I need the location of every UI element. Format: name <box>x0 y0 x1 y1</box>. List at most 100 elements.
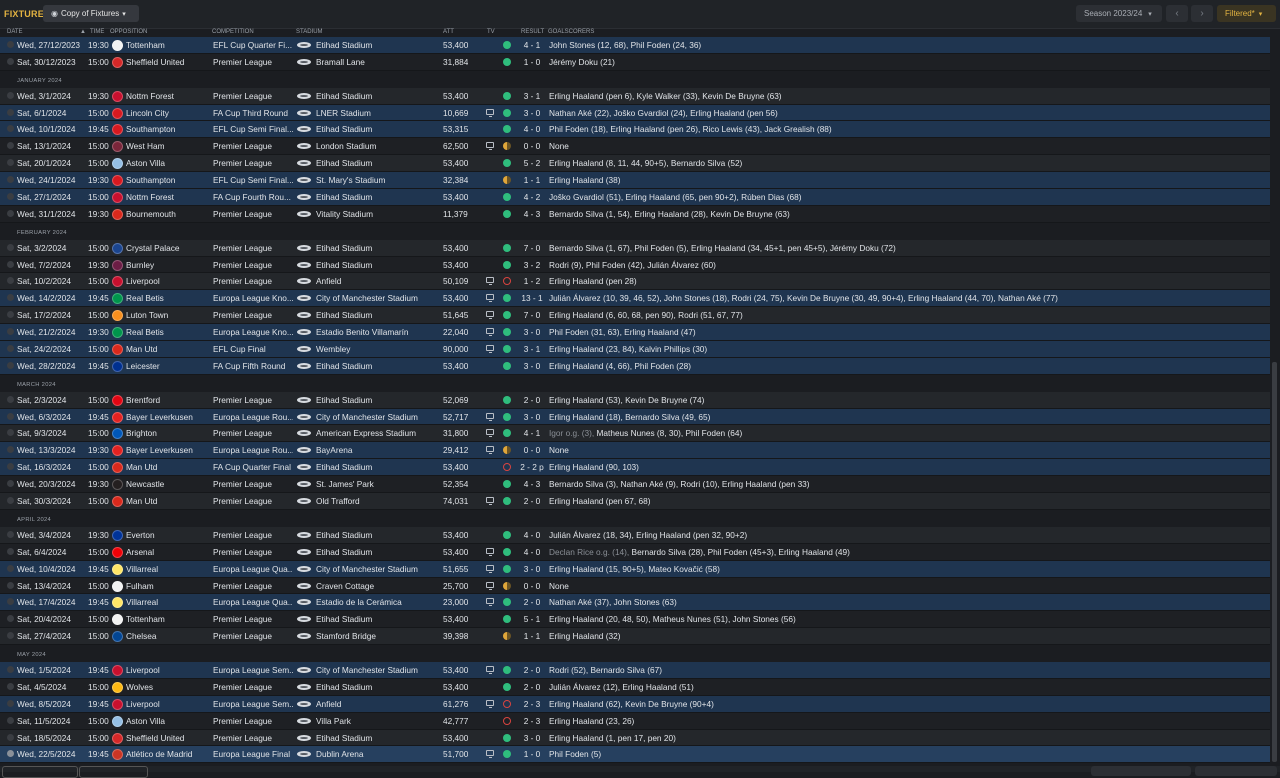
opposition-link[interactable]: Liverpool <box>126 276 210 286</box>
score-cell[interactable]: 4 - 3 <box>517 209 547 219</box>
row-select-radio[interactable] <box>7 429 14 437</box>
row-select-radio[interactable] <box>7 530 14 538</box>
column-header-competition[interactable]: COMPETITION <box>212 29 254 35</box>
stadium-cell[interactable]: Stamford Bridge <box>316 631 436 641</box>
competition-cell[interactable]: FA Cup Fifth Round <box>213 361 293 371</box>
competition-cell[interactable]: Premier League <box>213 260 293 270</box>
stadium-cell[interactable]: Etihad Stadium <box>316 733 436 743</box>
column-header-att[interactable]: ATT <box>443 29 454 35</box>
fixture-row[interactable]: Sat, 20/4/2024 15:00 Tottenham Premier Leag… <box>0 611 1270 629</box>
score-cell[interactable]: 2 - 0 <box>517 665 547 675</box>
score-cell[interactable]: 2 - 0 <box>517 496 547 506</box>
row-select-radio[interactable] <box>7 243 14 251</box>
competition-cell[interactable]: Premier League <box>213 310 293 320</box>
row-select-radio[interactable] <box>7 193 14 201</box>
opposition-link[interactable]: Liverpool <box>126 699 210 709</box>
score-cell[interactable]: 1 - 0 <box>517 57 547 67</box>
row-select-radio[interactable] <box>7 91 14 99</box>
competition-cell[interactable]: Premier League <box>213 91 293 101</box>
opposition-link[interactable]: Lincoln City <box>126 108 210 118</box>
stadium-cell[interactable]: Etihad Stadium <box>316 310 436 320</box>
competition-cell[interactable]: Premier League <box>213 428 293 438</box>
stadium-cell[interactable]: Etihad Stadium <box>316 547 436 557</box>
fixture-row[interactable]: Sat, 6/1/2024 15:00 Lincoln City FA Cup Thi… <box>0 104 1270 122</box>
fixture-row[interactable]: Sat, 30/12/2023 15:00 Sheffield United Prem… <box>0 53 1270 71</box>
stadium-cell[interactable]: Etihad Stadium <box>316 614 436 624</box>
stadium-cell[interactable]: Etihad Stadium <box>316 682 436 692</box>
competition-cell[interactable]: Europa League Qua... <box>213 597 293 607</box>
stadium-cell[interactable]: Estadio Benito Villamarín <box>316 327 436 337</box>
score-cell[interactable]: 4 - 0 <box>517 124 547 134</box>
stadium-cell[interactable]: Old Trafford <box>316 496 436 506</box>
score-cell[interactable]: 2 - 0 <box>517 597 547 607</box>
opposition-link[interactable]: Man Utd <box>126 462 210 472</box>
opposition-link[interactable]: Sheffield United <box>126 57 210 67</box>
fixture-row[interactable]: Wed, 28/2/2024 19:45 Leicester FA Cup Fifth… <box>0 357 1270 375</box>
stadium-cell[interactable]: Bramall Lane <box>316 57 436 67</box>
fixture-row[interactable]: Wed, 13/3/2024 19:30 Bayer Leverkusen Europ… <box>0 442 1270 460</box>
stadium-cell[interactable]: BayArena <box>316 445 436 455</box>
opposition-link[interactable]: Southampton <box>126 124 210 134</box>
row-select-radio[interactable] <box>7 108 14 116</box>
fixture-row[interactable]: Sat, 9/3/2024 15:00 Brighton Premier League… <box>0 425 1270 443</box>
opposition-link[interactable]: Wolves <box>126 682 210 692</box>
opposition-link[interactable]: Everton <box>126 530 210 540</box>
score-cell[interactable]: 3 - 0 <box>517 327 547 337</box>
row-select-radio[interactable] <box>7 311 14 319</box>
competition-cell[interactable]: Europa League Kno... <box>213 327 293 337</box>
score-cell[interactable]: 0 - 0 <box>517 141 547 151</box>
row-select-radio[interactable] <box>7 682 14 690</box>
opposition-link[interactable]: Leicester <box>126 361 210 371</box>
opposition-link[interactable]: Fulham <box>126 581 210 591</box>
competition-cell[interactable]: EFL Cup Quarter Fi... <box>213 40 293 50</box>
stadium-cell[interactable]: Etihad Stadium <box>316 124 436 134</box>
fixture-row[interactable]: Wed, 22/5/2024 19:45 Atlético de Madrid Eur… <box>0 746 1270 764</box>
opposition-link[interactable]: Newcastle <box>126 479 210 489</box>
opposition-link[interactable]: Brighton <box>126 428 210 438</box>
row-select-radio[interactable] <box>7 294 14 302</box>
fixture-row[interactable]: Wed, 10/1/2024 19:45 Southampton EFL Cup Se… <box>0 121 1270 139</box>
fixture-row[interactable]: Sat, 20/1/2024 15:00 Aston Villa Premier Le… <box>0 155 1270 173</box>
opposition-link[interactable]: Luton Town <box>126 310 210 320</box>
score-cell[interactable]: 3 - 0 <box>517 412 547 422</box>
fixture-row[interactable]: Wed, 14/2/2024 19:45 Real Betis Europa Leag… <box>0 290 1270 308</box>
row-select-radio[interactable] <box>7 581 14 589</box>
fixture-row[interactable]: Sat, 27/4/2024 15:00 Chelsea Premier League… <box>0 628 1270 646</box>
stadium-cell[interactable]: St. Mary's Stadium <box>316 175 436 185</box>
competition-cell[interactable]: Premier League <box>213 682 293 692</box>
score-cell[interactable]: 4 - 2 <box>517 192 547 202</box>
bottom-right-button[interactable] <box>1195 766 1277 776</box>
stadium-cell[interactable]: Anfield <box>316 699 436 709</box>
row-select-radio[interactable] <box>7 142 14 150</box>
row-select-radio[interactable] <box>7 328 14 336</box>
competition-cell[interactable]: Premier League <box>213 395 293 405</box>
stadium-cell[interactable]: City of Manchester Stadium <box>316 412 436 422</box>
opposition-link[interactable]: Brentford <box>126 395 210 405</box>
opposition-link[interactable]: Real Betis <box>126 327 210 337</box>
opposition-link[interactable]: Nottm Forest <box>126 192 210 202</box>
fixture-row[interactable]: Wed, 6/3/2024 19:45 Bayer Leverkusen Europa… <box>0 408 1270 426</box>
stadium-cell[interactable]: City of Manchester Stadium <box>316 293 436 303</box>
score-cell[interactable]: 3 - 1 <box>517 344 547 354</box>
bottom-left-button[interactable] <box>2 766 78 778</box>
stadium-cell[interactable]: Etihad Stadium <box>316 462 436 472</box>
view-selector-button[interactable]: ◉ Copy of Fixtures ▾ <box>43 5 139 22</box>
fixture-row[interactable]: Wed, 8/5/2024 19:45 Liverpool Europa League… <box>0 695 1270 713</box>
stadium-cell[interactable]: Wembley <box>316 344 436 354</box>
bottom-right-control[interactable] <box>1091 766 1191 776</box>
fixture-row[interactable]: Sat, 16/3/2024 15:00 Man Utd FA Cup Quarter… <box>0 459 1270 477</box>
competition-cell[interactable]: Premier League <box>213 614 293 624</box>
score-cell[interactable]: 5 - 1 <box>517 614 547 624</box>
row-select-radio[interactable] <box>7 176 14 184</box>
competition-cell[interactable]: Premier League <box>213 243 293 253</box>
row-select-radio[interactable] <box>7 395 14 403</box>
row-select-radio[interactable] <box>7 463 14 471</box>
column-header-stadium[interactable]: STADIUM <box>296 29 323 35</box>
stadium-cell[interactable]: LNER Stadium <box>316 108 436 118</box>
score-cell[interactable]: 2 - 0 <box>517 395 547 405</box>
row-select-radio[interactable] <box>7 632 14 640</box>
opposition-link[interactable]: Liverpool <box>126 665 210 675</box>
opposition-link[interactable]: West Ham <box>126 141 210 151</box>
competition-cell[interactable]: Premier League <box>213 581 293 591</box>
score-cell[interactable]: 3 - 1 <box>517 91 547 101</box>
